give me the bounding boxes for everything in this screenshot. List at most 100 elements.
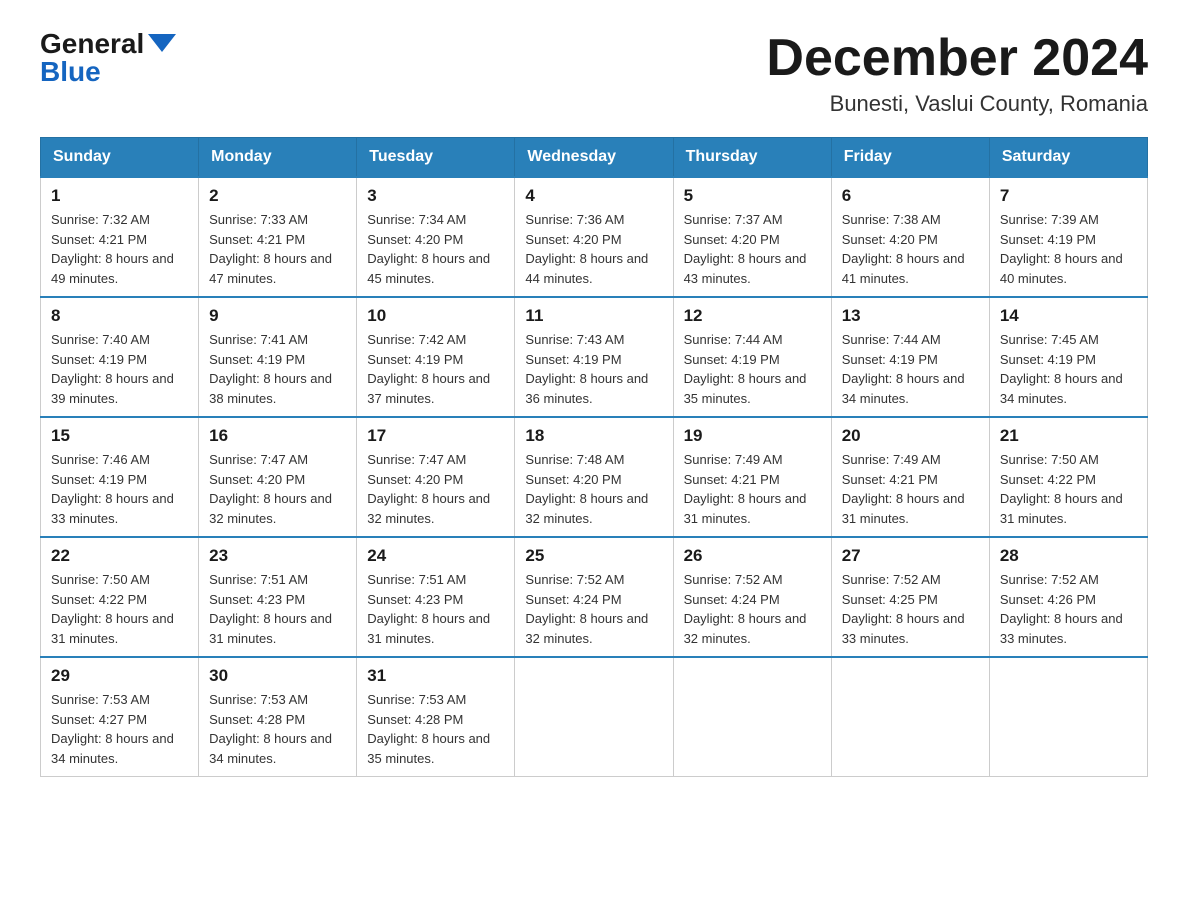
day-info: Sunrise: 7:38 AM Sunset: 4:20 PM Dayligh… xyxy=(842,210,979,288)
page-header: General Blue December 2024 Bunesti, Vasl… xyxy=(40,30,1148,117)
calendar-cell: 31 Sunrise: 7:53 AM Sunset: 4:28 PM Dayl… xyxy=(357,657,515,777)
calendar-cell xyxy=(989,657,1147,777)
calendar-cell: 3 Sunrise: 7:34 AM Sunset: 4:20 PM Dayli… xyxy=(357,177,515,297)
day-number: 9 xyxy=(209,306,346,326)
day-number: 25 xyxy=(525,546,662,566)
day-info: Sunrise: 7:47 AM Sunset: 4:20 PM Dayligh… xyxy=(209,450,346,528)
logo-triangle-icon xyxy=(148,34,176,52)
title-block: December 2024 Bunesti, Vaslui County, Ro… xyxy=(766,30,1148,117)
location-subtitle: Bunesti, Vaslui County, Romania xyxy=(766,91,1148,117)
day-number: 30 xyxy=(209,666,346,686)
day-number: 24 xyxy=(367,546,504,566)
day-info: Sunrise: 7:37 AM Sunset: 4:20 PM Dayligh… xyxy=(684,210,821,288)
calendar-cell: 14 Sunrise: 7:45 AM Sunset: 4:19 PM Dayl… xyxy=(989,297,1147,417)
day-info: Sunrise: 7:53 AM Sunset: 4:28 PM Dayligh… xyxy=(367,690,504,768)
day-info: Sunrise: 7:40 AM Sunset: 4:19 PM Dayligh… xyxy=(51,330,188,408)
calendar-cell: 28 Sunrise: 7:52 AM Sunset: 4:26 PM Dayl… xyxy=(989,537,1147,657)
day-info: Sunrise: 7:48 AM Sunset: 4:20 PM Dayligh… xyxy=(525,450,662,528)
day-number: 14 xyxy=(1000,306,1137,326)
calendar-cell: 18 Sunrise: 7:48 AM Sunset: 4:20 PM Dayl… xyxy=(515,417,673,537)
day-info: Sunrise: 7:52 AM Sunset: 4:24 PM Dayligh… xyxy=(525,570,662,648)
week-row-5: 29 Sunrise: 7:53 AM Sunset: 4:27 PM Dayl… xyxy=(41,657,1148,777)
logo-general-text: General xyxy=(40,30,144,58)
calendar-header-row: SundayMondayTuesdayWednesdayThursdayFrid… xyxy=(41,138,1148,178)
day-info: Sunrise: 7:45 AM Sunset: 4:19 PM Dayligh… xyxy=(1000,330,1137,408)
week-row-4: 22 Sunrise: 7:50 AM Sunset: 4:22 PM Dayl… xyxy=(41,537,1148,657)
day-number: 3 xyxy=(367,186,504,206)
header-thursday: Thursday xyxy=(673,138,831,178)
calendar-cell: 7 Sunrise: 7:39 AM Sunset: 4:19 PM Dayli… xyxy=(989,177,1147,297)
calendar-cell xyxy=(831,657,989,777)
day-info: Sunrise: 7:42 AM Sunset: 4:19 PM Dayligh… xyxy=(367,330,504,408)
calendar-cell: 13 Sunrise: 7:44 AM Sunset: 4:19 PM Dayl… xyxy=(831,297,989,417)
day-number: 5 xyxy=(684,186,821,206)
day-info: Sunrise: 7:33 AM Sunset: 4:21 PM Dayligh… xyxy=(209,210,346,288)
day-info: Sunrise: 7:46 AM Sunset: 4:19 PM Dayligh… xyxy=(51,450,188,528)
day-number: 16 xyxy=(209,426,346,446)
calendar-cell: 25 Sunrise: 7:52 AM Sunset: 4:24 PM Dayl… xyxy=(515,537,673,657)
calendar-cell: 4 Sunrise: 7:36 AM Sunset: 4:20 PM Dayli… xyxy=(515,177,673,297)
day-number: 11 xyxy=(525,306,662,326)
calendar-cell: 16 Sunrise: 7:47 AM Sunset: 4:20 PM Dayl… xyxy=(199,417,357,537)
day-number: 1 xyxy=(51,186,188,206)
header-monday: Monday xyxy=(199,138,357,178)
day-info: Sunrise: 7:43 AM Sunset: 4:19 PM Dayligh… xyxy=(525,330,662,408)
day-info: Sunrise: 7:53 AM Sunset: 4:28 PM Dayligh… xyxy=(209,690,346,768)
header-wednesday: Wednesday xyxy=(515,138,673,178)
day-number: 28 xyxy=(1000,546,1137,566)
calendar-cell: 19 Sunrise: 7:49 AM Sunset: 4:21 PM Dayl… xyxy=(673,417,831,537)
day-info: Sunrise: 7:44 AM Sunset: 4:19 PM Dayligh… xyxy=(684,330,821,408)
day-info: Sunrise: 7:50 AM Sunset: 4:22 PM Dayligh… xyxy=(1000,450,1137,528)
day-number: 13 xyxy=(842,306,979,326)
calendar-cell: 15 Sunrise: 7:46 AM Sunset: 4:19 PM Dayl… xyxy=(41,417,199,537)
day-number: 2 xyxy=(209,186,346,206)
day-info: Sunrise: 7:52 AM Sunset: 4:24 PM Dayligh… xyxy=(684,570,821,648)
month-year-title: December 2024 xyxy=(766,30,1148,87)
day-number: 8 xyxy=(51,306,188,326)
day-info: Sunrise: 7:34 AM Sunset: 4:20 PM Dayligh… xyxy=(367,210,504,288)
day-number: 26 xyxy=(684,546,821,566)
calendar-cell: 29 Sunrise: 7:53 AM Sunset: 4:27 PM Dayl… xyxy=(41,657,199,777)
calendar-cell: 26 Sunrise: 7:52 AM Sunset: 4:24 PM Dayl… xyxy=(673,537,831,657)
calendar-cell: 20 Sunrise: 7:49 AM Sunset: 4:21 PM Dayl… xyxy=(831,417,989,537)
logo: General Blue xyxy=(40,30,176,86)
day-info: Sunrise: 7:52 AM Sunset: 4:25 PM Dayligh… xyxy=(842,570,979,648)
calendar-cell: 12 Sunrise: 7:44 AM Sunset: 4:19 PM Dayl… xyxy=(673,297,831,417)
calendar-cell: 5 Sunrise: 7:37 AM Sunset: 4:20 PM Dayli… xyxy=(673,177,831,297)
calendar-cell: 2 Sunrise: 7:33 AM Sunset: 4:21 PM Dayli… xyxy=(199,177,357,297)
header-saturday: Saturday xyxy=(989,138,1147,178)
calendar-cell: 23 Sunrise: 7:51 AM Sunset: 4:23 PM Dayl… xyxy=(199,537,357,657)
day-info: Sunrise: 7:50 AM Sunset: 4:22 PM Dayligh… xyxy=(51,570,188,648)
day-number: 7 xyxy=(1000,186,1137,206)
calendar-cell xyxy=(673,657,831,777)
day-info: Sunrise: 7:44 AM Sunset: 4:19 PM Dayligh… xyxy=(842,330,979,408)
calendar-cell: 6 Sunrise: 7:38 AM Sunset: 4:20 PM Dayli… xyxy=(831,177,989,297)
day-number: 4 xyxy=(525,186,662,206)
header-friday: Friday xyxy=(831,138,989,178)
calendar-cell: 8 Sunrise: 7:40 AM Sunset: 4:19 PM Dayli… xyxy=(41,297,199,417)
day-info: Sunrise: 7:53 AM Sunset: 4:27 PM Dayligh… xyxy=(51,690,188,768)
day-number: 12 xyxy=(684,306,821,326)
day-number: 29 xyxy=(51,666,188,686)
logo-blue-text: Blue xyxy=(40,58,101,86)
day-info: Sunrise: 7:49 AM Sunset: 4:21 PM Dayligh… xyxy=(684,450,821,528)
day-number: 21 xyxy=(1000,426,1137,446)
day-info: Sunrise: 7:49 AM Sunset: 4:21 PM Dayligh… xyxy=(842,450,979,528)
day-info: Sunrise: 7:52 AM Sunset: 4:26 PM Dayligh… xyxy=(1000,570,1137,648)
day-number: 19 xyxy=(684,426,821,446)
day-info: Sunrise: 7:47 AM Sunset: 4:20 PM Dayligh… xyxy=(367,450,504,528)
calendar-cell: 1 Sunrise: 7:32 AM Sunset: 4:21 PM Dayli… xyxy=(41,177,199,297)
calendar-cell: 27 Sunrise: 7:52 AM Sunset: 4:25 PM Dayl… xyxy=(831,537,989,657)
day-info: Sunrise: 7:41 AM Sunset: 4:19 PM Dayligh… xyxy=(209,330,346,408)
calendar-cell: 21 Sunrise: 7:50 AM Sunset: 4:22 PM Dayl… xyxy=(989,417,1147,537)
calendar-cell: 17 Sunrise: 7:47 AM Sunset: 4:20 PM Dayl… xyxy=(357,417,515,537)
day-info: Sunrise: 7:36 AM Sunset: 4:20 PM Dayligh… xyxy=(525,210,662,288)
week-row-2: 8 Sunrise: 7:40 AM Sunset: 4:19 PM Dayli… xyxy=(41,297,1148,417)
day-number: 18 xyxy=(525,426,662,446)
day-number: 17 xyxy=(367,426,504,446)
day-number: 27 xyxy=(842,546,979,566)
day-number: 23 xyxy=(209,546,346,566)
calendar-cell: 30 Sunrise: 7:53 AM Sunset: 4:28 PM Dayl… xyxy=(199,657,357,777)
calendar-table: SundayMondayTuesdayWednesdayThursdayFrid… xyxy=(40,137,1148,777)
day-info: Sunrise: 7:39 AM Sunset: 4:19 PM Dayligh… xyxy=(1000,210,1137,288)
